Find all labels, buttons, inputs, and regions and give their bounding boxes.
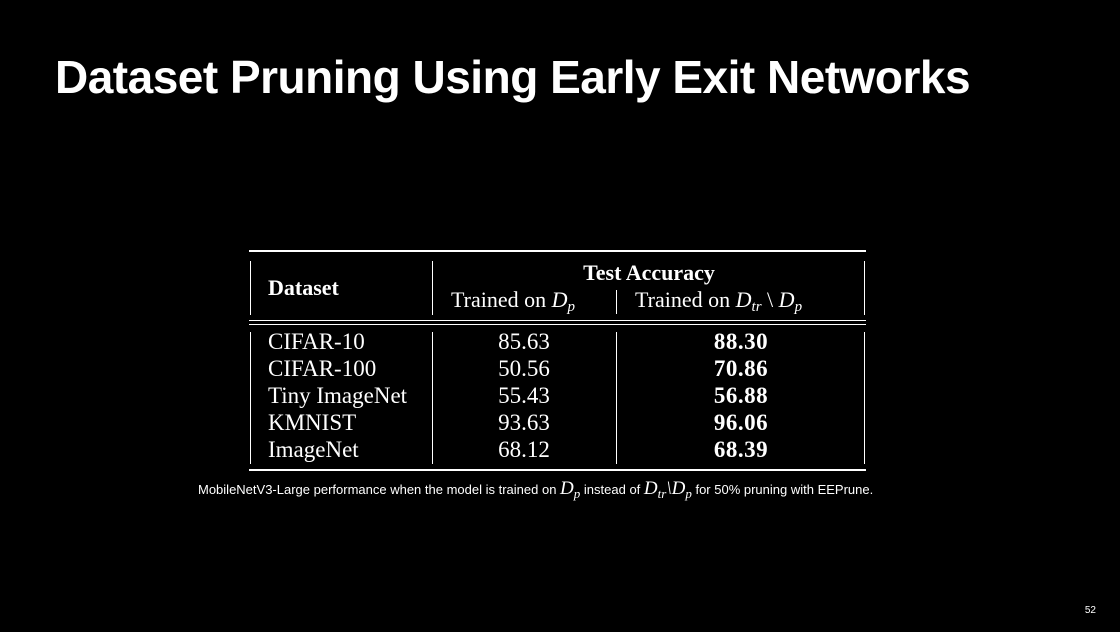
- row-dp-accuracy: 55.43: [498, 383, 550, 408]
- slide-title: Dataset Pruning Using Early Exit Network…: [55, 51, 971, 103]
- table-bottom-rule: [249, 469, 866, 471]
- header-dtr-symbol: D: [735, 287, 752, 312]
- row-dtr-minus-dp-accuracy: 56.88: [713, 383, 769, 408]
- row-dataset: ImageNet: [268, 437, 359, 462]
- header-dp-symbol: D: [551, 287, 568, 312]
- row-dp-accuracy: 68.12: [498, 437, 550, 462]
- header-dp-subscript: p: [567, 299, 576, 315]
- row-dtr-minus-dp-accuracy: 88.30: [713, 329, 769, 354]
- row-dp-accuracy: 50.56: [498, 356, 550, 381]
- table-header-rule: [249, 320, 866, 322]
- row-dtr-minus-dp-accuracy: 96.06: [713, 410, 769, 435]
- header-dp-subscript-2: p: [794, 299, 803, 315]
- row-dtr-minus-dp-accuracy: 68.39: [713, 437, 769, 462]
- header-trained-on-dp: Trained on Dp: [451, 286, 576, 315]
- row-dataset: Tiny ImageNet: [268, 383, 408, 408]
- table-header-rule-2: [249, 324, 866, 326]
- header-dtr-subscript: tr: [751, 299, 762, 315]
- row-dataset: CIFAR-100: [268, 356, 377, 381]
- header-dataset: Dataset: [268, 275, 339, 300]
- header-trained-on-dtr-minus-dp: Trained on Dtr \ Dp: [635, 286, 803, 315]
- header-dp-symbol-2: D: [778, 287, 795, 312]
- table-caption: MobileNetV3-Large performance when the m…: [198, 476, 958, 503]
- caption-text-3: for 50% pruning with EEPrune.: [695, 482, 874, 497]
- row-dp-accuracy: 93.63: [498, 410, 550, 435]
- results-table: Dataset Test Accuracy Trained on Dp Trai…: [249, 250, 866, 472]
- table-left-border-body: [250, 332, 252, 464]
- table-left-border: [250, 261, 252, 315]
- caption-dp-math: Dp: [560, 478, 581, 501]
- caption-text-2: instead of: [583, 482, 641, 497]
- row-dp-accuracy: 85.63: [498, 329, 550, 354]
- table-divider-sub: [616, 290, 618, 314]
- header-test-accuracy: Test Accuracy: [583, 260, 715, 285]
- header-trained-on-label-2: Trained on: [635, 287, 731, 312]
- row-dataset: KMNIST: [268, 410, 357, 435]
- caption-dtr-minus-dp-math: Dtr\Dp: [643, 478, 692, 501]
- table-top-rule: [249, 250, 866, 252]
- row-dataset: CIFAR-10: [268, 329, 365, 354]
- caption-text-1: MobileNetV3-Large performance when the m…: [198, 482, 557, 497]
- header-trained-on-label: Trained on: [451, 287, 547, 312]
- header-setminus-symbol: \: [767, 287, 774, 312]
- page-number: 52: [1084, 605, 1096, 616]
- row-dtr-minus-dp-accuracy: 70.86: [713, 356, 769, 381]
